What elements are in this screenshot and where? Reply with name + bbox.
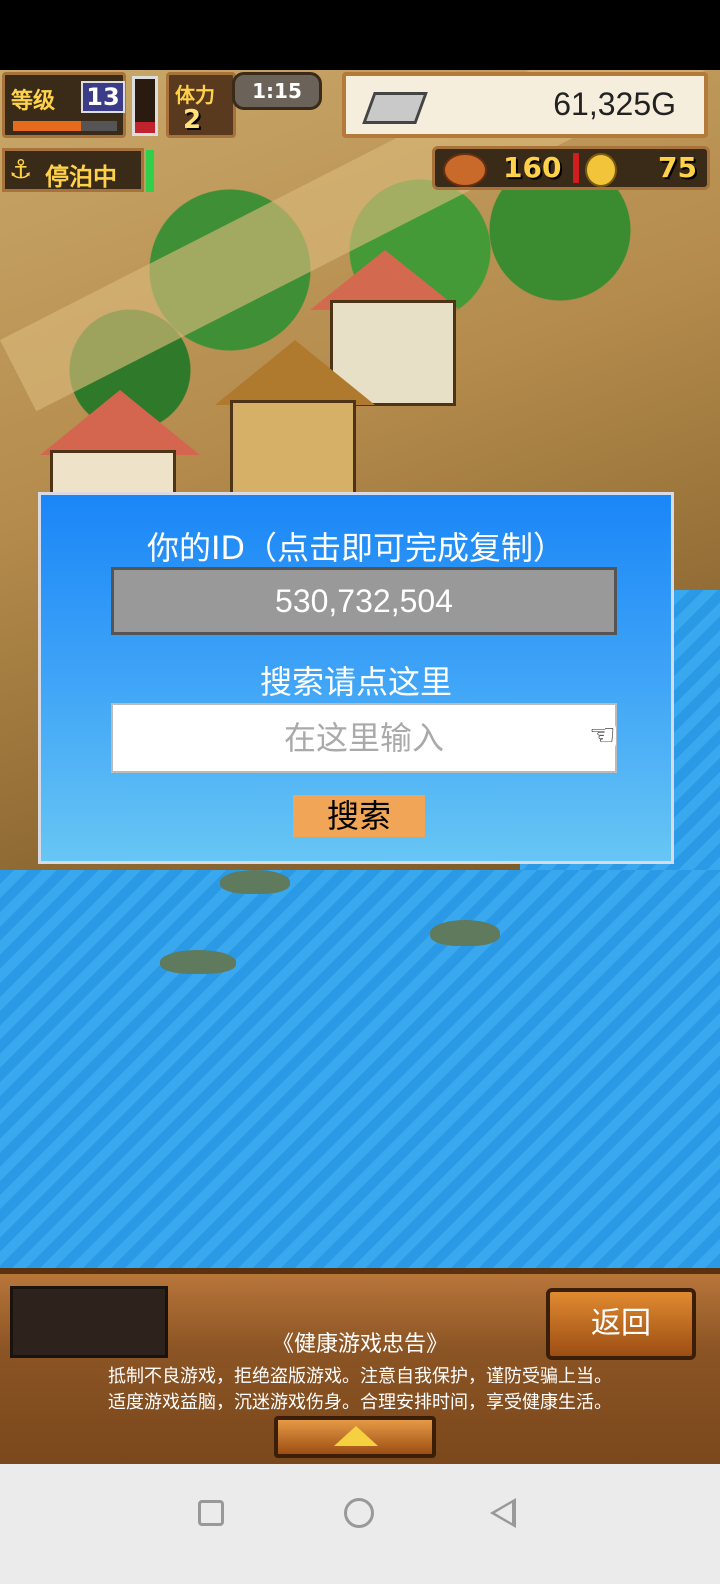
level-label: 等级 xyxy=(11,89,56,114)
search-input[interactable]: 在这里输入 xyxy=(111,703,617,773)
food-count: 160 xyxy=(503,151,562,184)
player-id-copy[interactable]: 530,732,504 xyxy=(111,567,617,635)
recent-apps-icon[interactable] xyxy=(198,1500,224,1526)
status-indicator xyxy=(146,150,154,192)
house xyxy=(230,400,356,506)
rocks xyxy=(220,870,290,894)
medal-count: 75 xyxy=(658,151,697,184)
timer: 1:15 xyxy=(232,72,322,110)
rocks xyxy=(160,950,236,974)
back-icon-inner xyxy=(495,1503,512,1523)
search-button[interactable]: 搜索 xyxy=(293,795,425,837)
system-nav-bar xyxy=(0,1464,720,1584)
gold-bar-icon xyxy=(362,92,428,124)
level-progress-bar xyxy=(13,121,117,131)
bottom-panel: 返回 《健康游戏忠告》 抵制不良游戏，拒绝盗版游戏。注意自我保护，谨防受骗上当。… xyxy=(0,1268,720,1464)
health-notice-line: 适度游戏益脑，沉迷游戏伤身。合理安排时间，享受健康生活。 xyxy=(108,1392,612,1413)
sea-water xyxy=(0,870,720,1280)
arrow-up-icon xyxy=(334,1426,378,1446)
anchor-icon: ⚓ xyxy=(9,155,33,185)
docked-label: 停泊中 xyxy=(45,163,117,191)
pointing-hand-icon: ☜ xyxy=(589,718,616,753)
resources-panel: 160 75 xyxy=(432,146,710,190)
separator xyxy=(573,153,579,183)
health-notice-title: 《健康游戏忠告》 xyxy=(271,1332,448,1357)
id-search-dialog: 你的ID（点击即可完成复制） 530,732,504 搜索请点这里 在这里输入 … xyxy=(38,492,674,864)
health-notice-line: 抵制不良游戏，拒绝盗版游戏。注意自我保护，谨防受骗上当。 xyxy=(108,1366,612,1387)
stamina-fill xyxy=(135,122,155,133)
stamina-value: 2 xyxy=(183,105,202,135)
stamina-gauge xyxy=(132,76,158,136)
level-value: 13 xyxy=(81,81,125,113)
house-roof xyxy=(40,390,200,455)
food-icon xyxy=(443,153,487,187)
expand-button[interactable] xyxy=(274,1416,436,1458)
home-icon[interactable] xyxy=(344,1498,374,1528)
status-bar xyxy=(0,0,720,70)
gold-amount: 61,325G xyxy=(553,86,676,122)
level-panel: 等级 13 xyxy=(2,72,126,138)
gold-panel: 61,325G xyxy=(342,72,708,138)
stamina-label: 体力 xyxy=(175,83,215,107)
search-title: 搜索请点这里 xyxy=(259,663,452,701)
docked-status[interactable]: ⚓ 停泊中 xyxy=(2,148,144,192)
dialog-title: 你的ID（点击即可完成复制） xyxy=(146,529,566,567)
level-progress-fill xyxy=(13,121,81,131)
medal-icon xyxy=(585,153,617,187)
house-roof xyxy=(215,340,375,405)
rocks xyxy=(430,920,500,946)
stamina-panel: 体力 2 xyxy=(166,72,236,138)
